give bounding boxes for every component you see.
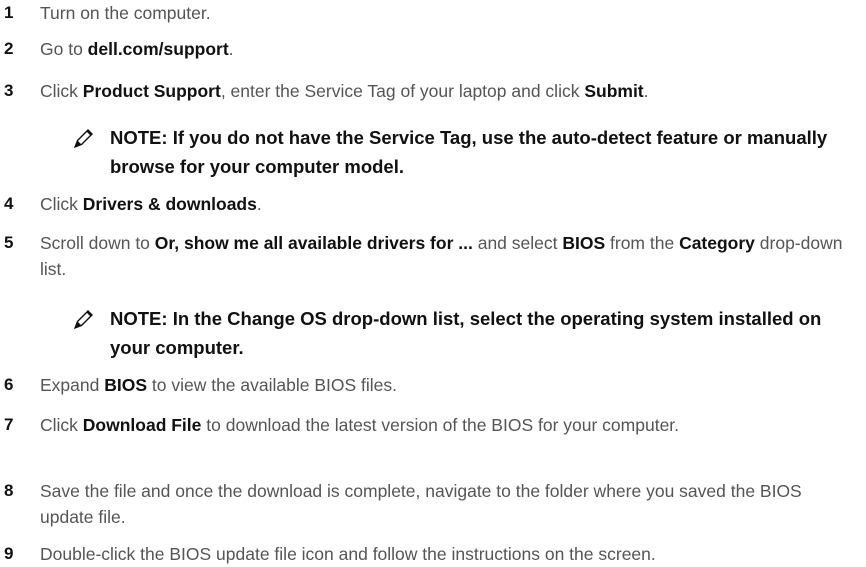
note-pencil-icon [74, 310, 93, 329]
step-text: Double-click the BIOS update file icon a… [40, 544, 656, 564]
step-text: Expand BIOS to view the available BIOS f… [40, 375, 397, 395]
category-term: Category [679, 233, 755, 253]
step-number: 6 [4, 375, 14, 394]
step-text: Save the file and once the download is c… [40, 481, 802, 527]
step-text: Click Drivers & downloads. [40, 194, 262, 214]
note-change-os: NOTE: In the Change OS drop-down list, s… [72, 304, 862, 364]
step-number: 3 [4, 81, 14, 100]
step-text: Turn on the computer. [40, 3, 211, 23]
download-file-term: Download File [82, 415, 202, 435]
drivers-downloads-term: Drivers & downloads [82, 194, 257, 214]
submit-term: Submit [584, 81, 644, 101]
product-support-term: Product Support [82, 81, 221, 101]
step-text: Scroll down to Or, show me all available… [40, 233, 843, 279]
bios-term: BIOS [562, 233, 606, 253]
note-service-tag: NOTE: If you do not have the Service Tag… [72, 123, 862, 183]
note-text: NOTE: In the Change OS drop-down list, s… [110, 308, 822, 358]
note-text: NOTE: If you do not have the Service Tag… [110, 127, 828, 177]
step-text: Go to dell.com/support. [40, 39, 234, 59]
step-text: Click Download File to download the late… [40, 415, 680, 435]
show-all-drivers-term: Or, show me all available drivers for ..… [154, 233, 473, 253]
step-number: 4 [4, 194, 14, 213]
support-url: dell.com/support [87, 39, 229, 59]
bios-term: BIOS [104, 375, 148, 395]
step-number: 1 [4, 3, 14, 22]
note-pencil-icon [74, 129, 93, 148]
bios-update-instructions: 1 Turn on the computer. 2 Go to dell.com… [0, 0, 866, 566]
step-text: Click Product Support, enter the Service… [40, 81, 649, 101]
step-number: 7 [4, 415, 14, 434]
step-number: 5 [4, 233, 14, 252]
step-number: 8 [4, 481, 14, 500]
step-number: 2 [4, 39, 14, 58]
step-number: 9 [4, 544, 14, 563]
